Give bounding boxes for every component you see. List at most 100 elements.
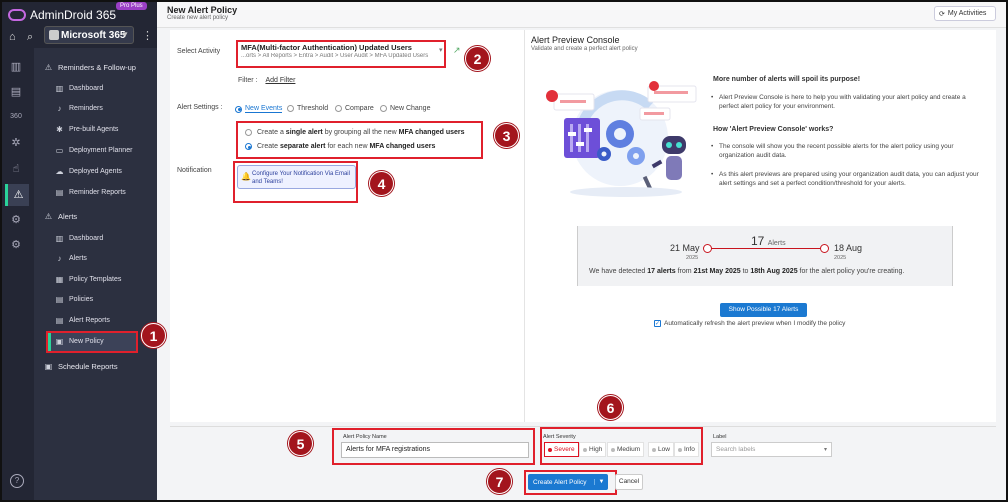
radio-icon: [235, 105, 242, 113]
more-options-icon[interactable]: ⋮: [142, 29, 153, 42]
configure-notification-button[interactable]: 🔔 Configure Your Notification Via Email a…: [237, 165, 356, 189]
new-policy-icon: ▣: [55, 337, 64, 346]
nav-section-alerts[interactable]: ⚠ Alerts: [44, 212, 77, 221]
tenant-selector[interactable]: Microsoft 365 ▼: [44, 26, 134, 44]
step-marker-5: 5: [288, 431, 313, 456]
cancel-button[interactable]: Cancel: [615, 474, 643, 490]
show-possible-alerts-button[interactable]: Show Possible 17 Alerts: [720, 303, 807, 317]
tab-new-change[interactable]: New Change: [380, 105, 430, 112]
radio-icon: [287, 105, 294, 112]
nav-item-policy-templates[interactable]: ▦ Policy Templates: [55, 275, 122, 284]
planner-icon: ▭: [55, 146, 64, 155]
bell-icon: ♪: [57, 254, 62, 263]
preview-bullet-2: The console will show you the recent pos…: [711, 142, 987, 160]
timeline-end-year: 2025: [834, 255, 847, 261]
policy-form: [170, 30, 524, 422]
activity-path: ...orts > All Reports > Entra > Audit > …: [241, 53, 429, 59]
severity-low[interactable]: Low: [648, 442, 674, 457]
severity-high[interactable]: High: [579, 442, 607, 457]
deployed-icon: ☁: [55, 167, 64, 176]
chevron-down-icon[interactable]: ▼: [594, 479, 608, 485]
chevron-down-icon[interactable]: ▾: [439, 46, 443, 54]
severity-severe[interactable]: Severe: [544, 442, 579, 457]
step-marker-7: 7: [487, 469, 512, 494]
activity-icon: ⟳: [939, 10, 945, 18]
nav-item-reminders-dashboard[interactable]: ▥ Dashboard: [55, 84, 104, 93]
gear-icon[interactable]: ⚙: [9, 238, 23, 252]
option-single-alert[interactable]: Create a single alert by grouping all th…: [245, 129, 465, 136]
nav-item-alerts[interactable]: ♪ Alerts: [55, 254, 87, 263]
nav-item-new-policy[interactable]: ▣ New Policy: [55, 337, 104, 346]
policy-name-input[interactable]: Alerts for MFA registrations: [341, 442, 529, 458]
bell-icon: ♪: [57, 104, 62, 113]
reports-icon[interactable]: ▥: [9, 60, 23, 74]
severity-dot-icon: [548, 447, 552, 452]
severity-info[interactable]: Info: [674, 442, 699, 457]
home-icon[interactable]: ⌂: [9, 31, 16, 43]
page-title: New Alert Policy: [167, 5, 238, 15]
chevron-down-icon: ▼: [121, 30, 129, 39]
touch-icon[interactable]: ☝: [9, 162, 23, 176]
nav-item-prebuilt-agents[interactable]: ✱ Pre-built Agents: [55, 125, 118, 134]
radio-icon: [245, 143, 252, 150]
timeline-end-date: 18 Aug: [834, 243, 863, 253]
nav-item-reminder-reports[interactable]: ▤ Reminder Reports: [55, 188, 126, 197]
search-icon[interactable]: ⌕: [27, 31, 33, 44]
alert-options-highlight: [236, 121, 483, 159]
tab-threshold[interactable]: Threshold: [287, 105, 328, 112]
preview-subtitle: Validate and create a perfect alert poli…: [531, 46, 638, 52]
tenant-name: Microsoft 365: [61, 29, 126, 41]
nav-item-reminders[interactable]: ♪ Reminders: [55, 104, 103, 113]
label-search-input[interactable]: Search labels ▾: [711, 442, 832, 457]
notification-label: Notification: [177, 167, 212, 174]
nav-panel: [34, 2, 157, 500]
severity-dot-icon: [678, 447, 682, 452]
alert-settings-label: Alert Settings :: [177, 104, 223, 111]
dashboard-icon: ▥: [55, 234, 64, 243]
select-activity-label: Select Activity: [177, 48, 221, 55]
agents-icon: ✱: [56, 125, 63, 134]
nav-item-alert-reports[interactable]: ▤ Alert Reports: [55, 316, 110, 325]
nav-item-alerts-dashboard[interactable]: ▥ Dashboard: [55, 234, 104, 243]
severity-dot-icon: [652, 447, 656, 452]
view-360-icon[interactable]: 360: [9, 110, 23, 124]
documents-icon[interactable]: ▤: [9, 85, 23, 99]
alerts-rail-icon[interactable]: ⚠: [5, 184, 29, 206]
step-marker-3: 3: [494, 123, 519, 148]
preview-bullet-1: Alert Preview Console is here to help yo…: [711, 93, 987, 111]
nav-item-deployment-planner[interactable]: ▭ Deployment Planner: [55, 146, 133, 155]
page-header: [157, 2, 1006, 28]
add-filter-link[interactable]: Add Filter: [265, 77, 295, 84]
radio-icon: [335, 105, 342, 112]
timeline-detection-message: We have detected 17 alerts from 21st May…: [589, 268, 905, 275]
create-alert-policy-button[interactable]: Create Alert Policy ▼: [528, 474, 608, 490]
page-subtitle: Create new alert policy: [167, 15, 229, 21]
microsoft-365-icon: [49, 30, 59, 40]
nav-item-deployed-agents[interactable]: ☁ Deployed Agents: [55, 167, 122, 176]
admindroid-logo-icon: [8, 9, 26, 21]
nav-section-reminders[interactable]: ⚠ Reminders & Follow-up: [44, 63, 136, 72]
checkbox-checked-icon: ✓: [654, 320, 661, 327]
report-icon: ▤: [55, 316, 64, 325]
activity-title[interactable]: MFA(Multi-factor Authentication) Updated…: [241, 43, 412, 52]
preview-title: Alert Preview Console: [531, 35, 620, 45]
severity-medium[interactable]: Medium: [607, 442, 645, 457]
step-marker-6: 6: [598, 395, 623, 420]
tab-new-events[interactable]: New Events: [235, 105, 283, 113]
settings-cog-icon[interactable]: ✲: [9, 136, 23, 150]
timeline-end-dot: [820, 244, 829, 253]
schedule-icon: ▣: [44, 362, 53, 371]
help-icon[interactable]: ?: [10, 474, 24, 488]
tab-compare[interactable]: Compare: [335, 105, 374, 112]
policies-icon: ▤: [55, 295, 64, 304]
severity-dot-icon: [611, 447, 615, 452]
step-marker-2: 2: [465, 46, 490, 71]
tools-icon[interactable]: ⚙: [9, 213, 23, 227]
nav-section-schedule-reports[interactable]: ▣ Schedule Reports: [44, 362, 118, 371]
auto-refresh-checkbox[interactable]: ✓ Automatically refresh the alert preview…: [654, 320, 845, 327]
my-activities-button[interactable]: ⟳ My Activities: [934, 6, 996, 21]
nav-item-policies[interactable]: ▤ Policies: [55, 295, 93, 304]
option-separate-alert[interactable]: Create separate alert for each new MFA c…: [245, 143, 435, 150]
preview-bullet-3: As this alert previews are prepared usin…: [711, 170, 987, 188]
external-link-icon[interactable]: ↗: [453, 45, 461, 56]
